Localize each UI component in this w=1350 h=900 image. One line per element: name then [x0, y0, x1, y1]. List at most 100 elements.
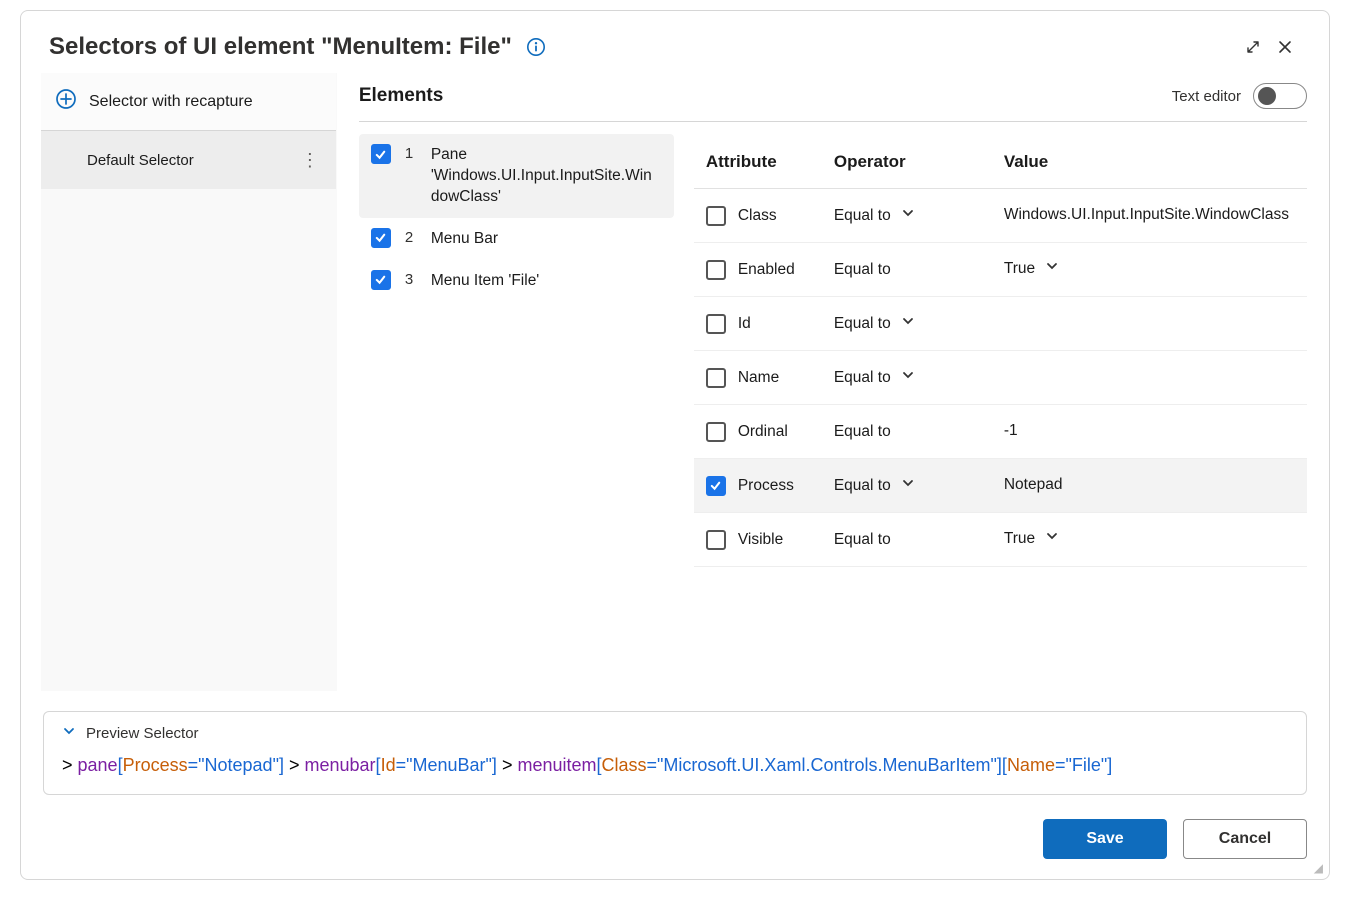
attribute-checkbox[interactable] — [706, 530, 726, 550]
value-cell[interactable]: -1 — [1004, 421, 1307, 442]
value-text: Notepad — [1004, 475, 1063, 496]
attribute-table: Attribute Operator Value Class Equal to Wi… — [694, 134, 1307, 567]
sidebar: Selector with recapture Default Selector… — [41, 73, 337, 691]
expand-icon[interactable] — [1237, 31, 1269, 63]
attribute-checkbox[interactable] — [706, 206, 726, 226]
operator-cell[interactable]: Equal to — [834, 423, 1004, 441]
preview-toggle[interactable]: Preview Selector — [62, 724, 1288, 742]
capture-label: Selector with recapture — [89, 93, 253, 111]
selector-item-label: Default Selector — [87, 152, 194, 169]
attribute-checkbox[interactable] — [706, 260, 726, 280]
code-token: = — [188, 755, 199, 775]
attribute-name: Enabled — [738, 261, 795, 279]
dialog-body: Selector with recapture Default Selector… — [21, 73, 1329, 691]
resize-handle-icon[interactable]: ◢ — [1314, 861, 1323, 875]
chevron-down-icon[interactable] — [1045, 529, 1059, 550]
code-token: "Microsoft.UI.Xaml.Controls.MenuBarItem" — [657, 755, 997, 775]
header-operator: Operator — [834, 152, 1004, 172]
chevron-down-icon[interactable] — [901, 314, 915, 333]
attribute-name: Process — [738, 477, 794, 495]
value-text: -1 — [1004, 421, 1018, 442]
operator-cell[interactable]: Equal to — [834, 476, 1004, 495]
element-index: 2 — [405, 228, 417, 246]
code-token: "Notepad" — [198, 755, 279, 775]
selector-item[interactable]: Default Selector ⋮ — [41, 131, 336, 189]
cancel-button[interactable]: Cancel — [1183, 819, 1307, 859]
attribute-checkbox[interactable] — [706, 476, 726, 496]
code-token: = — [1055, 755, 1066, 775]
save-button[interactable]: Save — [1043, 819, 1167, 859]
element-index: 3 — [405, 270, 417, 288]
operator-cell[interactable]: Equal to — [834, 261, 1004, 279]
code-token: Id — [381, 755, 396, 775]
info-icon[interactable] — [526, 37, 546, 57]
operator-cell[interactable]: Equal to — [834, 314, 1004, 333]
attribute-row: Process Equal to Notepad — [694, 459, 1307, 513]
value-text: Windows.UI.Input.InputSite.WindowClass — [1004, 205, 1289, 226]
value-text: True — [1004, 259, 1035, 280]
preview-panel: Preview Selector > pane[Process="Notepad… — [43, 711, 1307, 795]
text-editor-label: Text editor — [1172, 88, 1241, 105]
operator-value: Equal to — [834, 531, 891, 549]
chevron-down-icon[interactable] — [901, 476, 915, 495]
operator-value: Equal to — [834, 315, 891, 333]
attribute-row: Id Equal to — [694, 297, 1307, 351]
value-cell[interactable]: True — [1004, 529, 1307, 550]
close-icon[interactable] — [1269, 31, 1301, 63]
operator-value: Equal to — [834, 477, 891, 495]
attribute-checkbox[interactable] — [706, 368, 726, 388]
operator-value: Equal to — [834, 261, 891, 279]
value-cell[interactable]: Windows.UI.Input.InputSite.WindowClass — [1004, 205, 1307, 226]
value-cell[interactable]: Notepad — [1004, 475, 1307, 496]
attribute-row: Ordinal Equal to -1 — [694, 405, 1307, 459]
code-token: "File" — [1065, 755, 1107, 775]
header-value: Value — [1004, 152, 1307, 172]
operator-cell[interactable]: Equal to — [834, 531, 1004, 549]
chevron-down-icon[interactable] — [1045, 259, 1059, 280]
kebab-icon[interactable]: ⋮ — [298, 150, 322, 171]
operator-value: Equal to — [834, 369, 891, 387]
element-label: Pane 'Windows.UI.Input.InputSite.WindowC… — [431, 144, 662, 208]
chevron-down-icon — [62, 724, 76, 742]
selector-builder-dialog: Selectors of UI element "MenuItem: File"… — [20, 10, 1330, 880]
attribute-checkbox[interactable] — [706, 314, 726, 334]
value-cell[interactable]: True — [1004, 259, 1307, 280]
operator-value: Equal to — [834, 207, 891, 225]
chevron-down-icon[interactable] — [901, 368, 915, 387]
elements-title: Elements — [359, 85, 443, 107]
text-editor-toggle-wrap: Text editor — [1172, 83, 1307, 109]
main-panel: Elements Text editor 1 Pane 'Windows.UI.I… — [337, 73, 1329, 691]
selector-code: > pane[Process="Notepad"] > menubar[Id="… — [62, 752, 1288, 780]
header-attribute: Attribute — [694, 152, 834, 172]
operator-cell[interactable]: Equal to — [834, 368, 1004, 387]
element-label: Menu Item 'File' — [431, 270, 662, 292]
attribute-name: Class — [738, 207, 777, 225]
attribute-row: Class Equal to Windows.UI.Input.InputSite.… — [694, 189, 1307, 243]
code-token: > — [62, 755, 78, 775]
attribute-name: Name — [738, 369, 779, 387]
preview-label: Preview Selector — [86, 725, 199, 742]
text-editor-toggle[interactable] — [1253, 83, 1307, 109]
selector-with-recapture-button[interactable]: Selector with recapture — [41, 73, 336, 131]
element-index: 1 — [405, 144, 417, 162]
attribute-row: Name Equal to — [694, 351, 1307, 405]
code-token: Process — [123, 755, 188, 775]
attribute-name: Ordinal — [738, 423, 788, 441]
code-token: menubar — [305, 755, 376, 775]
value-text: True — [1004, 529, 1035, 550]
element-row[interactable]: 1 Pane 'Windows.UI.Input.InputSite.Window… — [359, 134, 674, 218]
attribute-checkbox[interactable] — [706, 422, 726, 442]
plus-circle-icon — [55, 88, 77, 115]
element-row[interactable]: 3 Menu Item 'File' — [359, 260, 674, 302]
attribute-row: Enabled Equal to True — [694, 243, 1307, 297]
element-row[interactable]: 2 Menu Bar — [359, 218, 674, 260]
code-token: = — [647, 755, 658, 775]
operator-cell[interactable]: Equal to — [834, 206, 1004, 225]
element-checkbox[interactable] — [371, 228, 391, 248]
element-checkbox[interactable] — [371, 144, 391, 164]
attribute-name: Id — [738, 315, 751, 333]
operator-value: Equal to — [834, 423, 891, 441]
element-checkbox[interactable] — [371, 270, 391, 290]
element-label: Menu Bar — [431, 228, 662, 250]
chevron-down-icon[interactable] — [901, 206, 915, 225]
